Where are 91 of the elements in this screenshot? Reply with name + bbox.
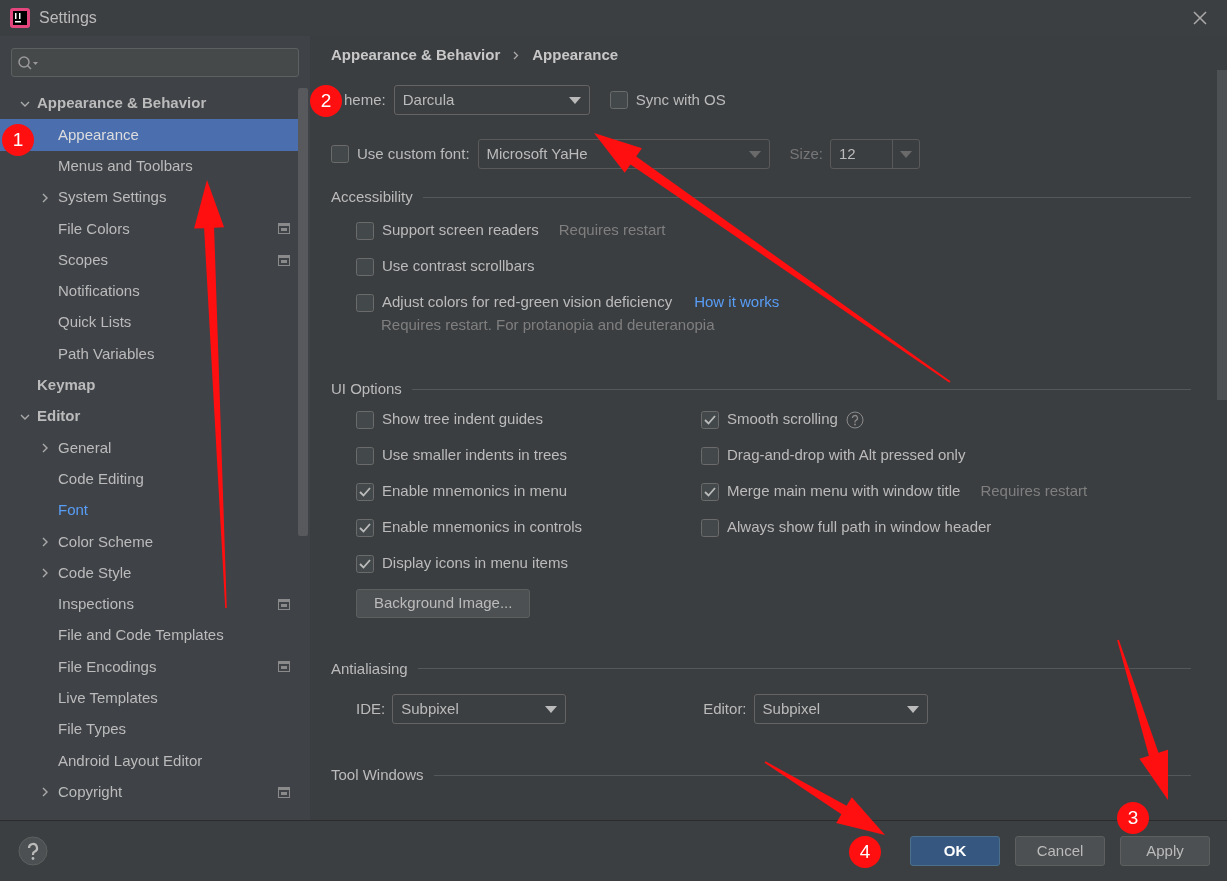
tree-item[interactable]: System Settings xyxy=(0,181,298,214)
tree-item[interactable]: Live Templates xyxy=(0,682,298,714)
checked-checkbox[interactable] xyxy=(356,554,374,573)
tree-item[interactable]: General xyxy=(0,432,298,464)
tree-item[interactable]: Keymap xyxy=(0,369,298,401)
tree-item[interactable]: Font xyxy=(0,494,298,527)
chevron-right-icon[interactable] xyxy=(40,536,50,547)
chevron-right-icon[interactable] xyxy=(40,568,50,579)
checkbox-label[interactable]: Support screen readers xyxy=(382,219,539,242)
checkbox[interactable] xyxy=(701,518,719,537)
checked-checkbox[interactable] xyxy=(701,482,719,501)
dialog-button[interactable]: Cancel xyxy=(1015,836,1105,866)
note-text: Requires restart xyxy=(980,481,1088,502)
tree-item[interactable]: File Colors xyxy=(0,213,298,245)
checkbox[interactable] xyxy=(356,446,374,465)
tree-item[interactable]: Android Layout Editor xyxy=(0,745,298,777)
dropdown-arrow-icon xyxy=(545,705,558,713)
tree-item[interactable]: Scopes xyxy=(0,244,298,276)
checkbox[interactable] xyxy=(356,410,374,429)
tree-item[interactable]: File and Code Templates xyxy=(0,620,298,652)
section-title: Tool Windows xyxy=(331,765,424,785)
dropdown-arrow-icon xyxy=(568,96,581,104)
tree-item[interactable]: Copyright xyxy=(0,776,298,808)
help-link[interactable]: How it works xyxy=(694,291,780,314)
checkbox-label[interactable]: Use contrast scrollbars xyxy=(382,255,535,278)
field-label: Editor: xyxy=(703,698,747,719)
note-text: Requires restart xyxy=(558,220,666,241)
tree-item[interactable]: Appearance & Behavior xyxy=(0,88,298,120)
window-title: Settings xyxy=(39,8,97,28)
checkbox-label[interactable]: Merge main menu with window title xyxy=(727,480,961,503)
font-dropdown[interactable]: Microsoft YaHe xyxy=(477,139,770,169)
checkbox[interactable] xyxy=(356,293,374,312)
chevron-right-icon[interactable] xyxy=(40,787,50,798)
checkbox[interactable] xyxy=(609,91,628,109)
theme-dropdown[interactable]: Darcula xyxy=(393,85,590,115)
checked-checkbox[interactable] xyxy=(356,482,374,501)
checkbox[interactable] xyxy=(331,145,349,163)
checkbox[interactable] xyxy=(356,257,374,276)
breadcrumb-item[interactable]: Appearance & Behavior xyxy=(331,43,501,67)
field-label: heme: xyxy=(344,89,386,110)
ok-button[interactable]: OK xyxy=(910,836,1000,866)
checkbox-label[interactable]: Use smaller indents in trees xyxy=(382,444,568,467)
checkbox-label[interactable]: Adjust colors for red-green vision deficiency xyxy=(382,291,673,314)
antialiasing-dropdown[interactable]: Subpixel xyxy=(753,694,928,724)
close-icon[interactable] xyxy=(1193,11,1207,25)
section-title: UI Options xyxy=(331,379,402,399)
tree-item[interactable]: File Types xyxy=(0,713,298,746)
checkbox[interactable] xyxy=(356,221,374,240)
tree-item[interactable]: Color Scheme xyxy=(0,526,298,558)
checked-checkbox[interactable] xyxy=(701,410,719,429)
tree-item[interactable]: Editor xyxy=(0,400,298,433)
tree-item[interactable]: Code Style xyxy=(0,557,298,589)
section-title: Accessibility xyxy=(331,187,413,207)
field-label: IDE: xyxy=(356,698,386,719)
checkbox-label[interactable]: Enable mnemonics in menu xyxy=(382,480,568,503)
checkbox-label[interactable]: Use custom font: xyxy=(357,142,470,166)
chevron-right-icon xyxy=(513,50,520,60)
scrollbar-thumb[interactable] xyxy=(298,88,308,536)
chevron-right-icon[interactable] xyxy=(40,192,50,203)
background-image-button[interactable]: Background Image... xyxy=(356,588,531,618)
size-combobox[interactable]: 12 xyxy=(829,139,920,169)
tree-item[interactable]: Inspections xyxy=(0,588,298,621)
checkbox-label[interactable]: Enable mnemonics in controls xyxy=(382,516,583,539)
checkbox-label[interactable]: Smooth scrolling xyxy=(727,408,838,431)
help-icon[interactable] xyxy=(18,836,48,866)
hint-text: Requires restart. For protanopia and deuteranopia xyxy=(381,314,716,335)
checkbox-label[interactable]: Always show full path in window header xyxy=(727,516,992,539)
tree-item[interactable]: File Encodings xyxy=(0,651,298,683)
search-icon xyxy=(17,54,39,71)
tree-item[interactable]: Path Variables xyxy=(0,338,298,370)
field-label: Size: xyxy=(789,143,823,164)
app-logo-icon xyxy=(10,8,30,28)
checked-checkbox[interactable] xyxy=(356,518,374,537)
tree-item[interactable]: Quick Lists xyxy=(0,307,298,339)
dropdown-arrow-icon xyxy=(899,150,912,158)
antialiasing-dropdown[interactable]: Subpixel xyxy=(392,694,567,724)
breadcrumb-item[interactable]: Appearance xyxy=(532,43,619,67)
checkbox-label[interactable]: Drag-and-drop with Alt pressed only xyxy=(727,444,966,467)
checkbox[interactable] xyxy=(701,446,719,465)
checkbox-label[interactable]: Sync with OS xyxy=(635,88,726,112)
chevron-right-icon[interactable] xyxy=(40,442,50,453)
help-icon[interactable] xyxy=(845,410,864,429)
section-title: Antialiasing xyxy=(331,658,408,679)
checkbox-label[interactable]: Display icons in menu items xyxy=(382,552,568,575)
search-field[interactable] xyxy=(11,48,299,77)
dropdown-arrow-icon xyxy=(748,150,761,158)
checkbox-label[interactable]: Show tree indent guides xyxy=(382,408,543,431)
tree-item[interactable]: Code Editing xyxy=(0,463,298,495)
dropdown-arrow-icon xyxy=(906,705,919,713)
dialog-button[interactable]: Apply xyxy=(1120,836,1210,866)
tree-item[interactable]: Notifications xyxy=(0,275,298,308)
